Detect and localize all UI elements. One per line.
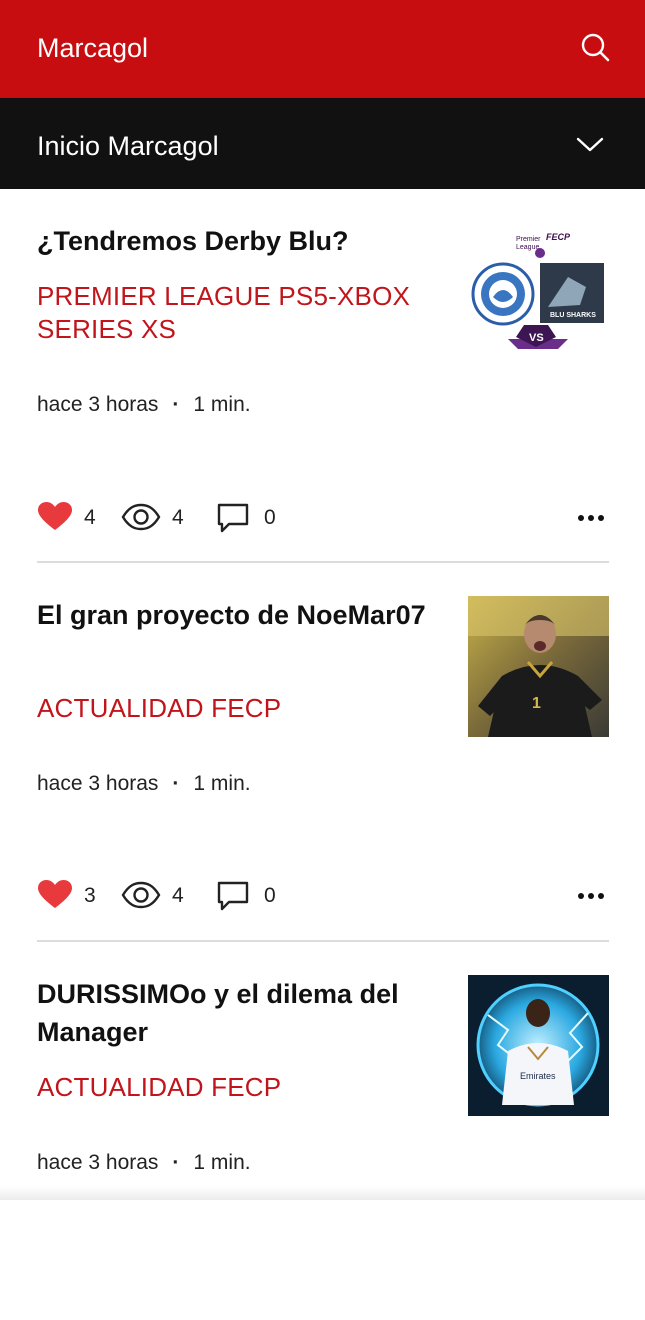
post-meta: hace 3 horas · 1 min. bbox=[37, 390, 251, 420]
svg-text:Emirates: Emirates bbox=[520, 1071, 556, 1081]
thumb-vs: VS bbox=[529, 332, 544, 344]
post-card[interactable]: ¿Tendremos Derby Blu? PREMIER LEAGUE PS5… bbox=[0, 189, 645, 567]
post-read-time: 1 min. bbox=[193, 772, 251, 795]
svg-text:FECP: FECP bbox=[546, 232, 571, 242]
section-selector[interactable]: Inicio Marcagol bbox=[0, 98, 645, 189]
post-thumbnail[interactable]: 1 bbox=[468, 596, 609, 737]
post-time: hace 3 horas bbox=[37, 393, 159, 416]
post-stats: 4 4 0 bbox=[37, 502, 609, 534]
post-category[interactable]: ACTUALIDAD FECP bbox=[37, 692, 447, 725]
thumb-logo-text: Premier bbox=[516, 236, 541, 243]
heart-icon[interactable] bbox=[37, 880, 73, 915]
app-header: Marcagol bbox=[0, 0, 645, 98]
post-title[interactable]: ¿Tendremos Derby Blu? bbox=[37, 222, 447, 260]
post-read-time: 1 min. bbox=[193, 1151, 251, 1174]
views-count: 4 bbox=[172, 506, 184, 529]
more-options-icon[interactable] bbox=[573, 884, 609, 908]
post-read-time: 1 min. bbox=[193, 393, 251, 416]
section-label: Inicio Marcagol bbox=[37, 131, 219, 161]
post-card[interactable]: El gran proyecto de NoeMar07 ACTUALIDAD … bbox=[0, 563, 645, 941]
comments-count: 0 bbox=[264, 506, 276, 529]
likes-count: 4 bbox=[84, 506, 96, 529]
post-title[interactable]: DURISSIMOo y el dilema del Manager bbox=[37, 975, 447, 1051]
bottom-fade bbox=[0, 1186, 645, 1200]
heart-icon[interactable] bbox=[37, 502, 73, 537]
meta-separator: · bbox=[172, 1151, 180, 1174]
meta-separator: · bbox=[172, 772, 180, 795]
post-thumbnail[interactable]: Emirates bbox=[468, 975, 609, 1116]
meta-separator: · bbox=[172, 393, 180, 416]
post-card[interactable]: DURISSIMOo y el dilema del Manager ACTUA… bbox=[0, 942, 645, 1320]
post-time: hace 3 horas bbox=[37, 1151, 159, 1174]
post-meta: hace 3 horas · 1 min. bbox=[37, 1148, 251, 1178]
more-options-icon[interactable] bbox=[573, 506, 609, 530]
post-stats: 3 4 0 bbox=[37, 880, 609, 912]
comment-icon[interactable] bbox=[216, 880, 250, 917]
post-time: hace 3 horas bbox=[37, 772, 159, 795]
svg-text:League: League bbox=[516, 244, 539, 251]
eye-icon bbox=[121, 880, 161, 915]
chevron-down-icon[interactable] bbox=[574, 132, 606, 156]
eye-icon bbox=[121, 502, 161, 537]
post-title[interactable]: El gran proyecto de NoeMar07 bbox=[37, 596, 447, 634]
post-category[interactable]: PREMIER LEAGUE PS5-XBOX SERIES XS bbox=[37, 280, 447, 346]
likes-count: 3 bbox=[84, 884, 96, 907]
comments-count: 0 bbox=[264, 884, 276, 907]
views-count: 4 bbox=[172, 884, 184, 907]
search-icon[interactable] bbox=[580, 32, 612, 64]
svg-text:BLU SHARKS: BLU SHARKS bbox=[550, 312, 596, 319]
app-title[interactable]: Marcagol bbox=[37, 28, 148, 68]
svg-text:1: 1 bbox=[532, 695, 541, 712]
post-meta: hace 3 horas · 1 min. bbox=[37, 769, 251, 799]
comment-icon[interactable] bbox=[216, 502, 250, 539]
post-thumbnail[interactable]: Premier League FECP BLU SHARKS VS bbox=[468, 227, 609, 368]
post-category[interactable]: ACTUALIDAD FECP bbox=[37, 1071, 447, 1104]
